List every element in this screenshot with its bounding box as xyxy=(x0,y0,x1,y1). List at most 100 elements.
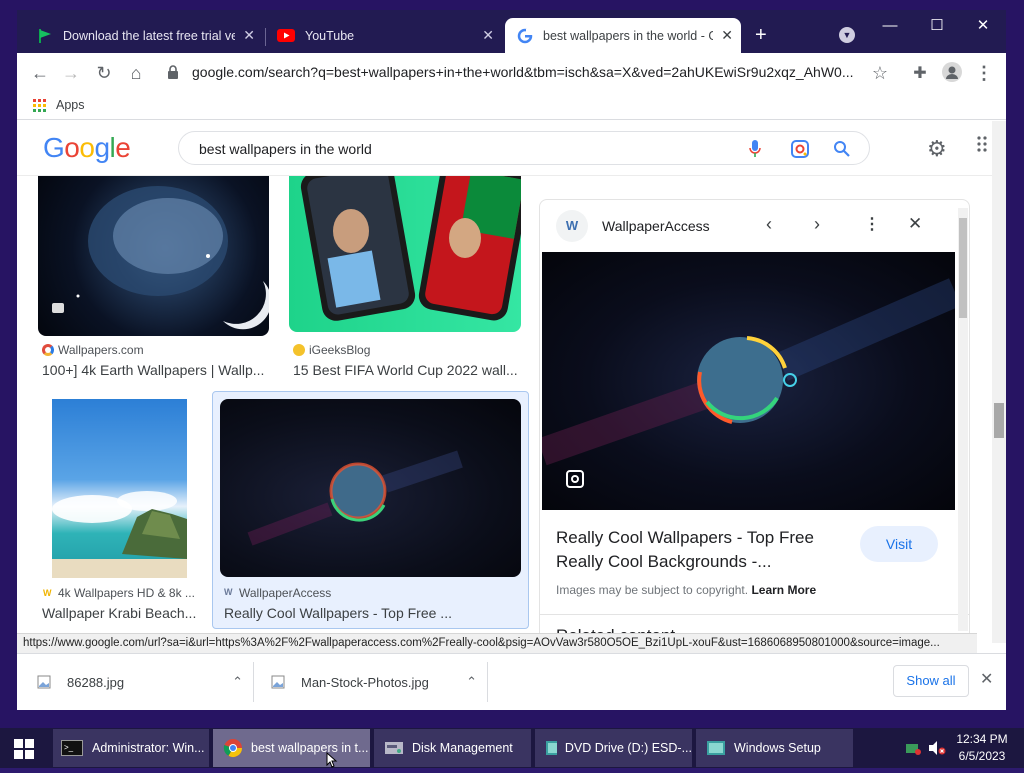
system-clock[interactable]: 12:34 PM 6/5/2023 xyxy=(950,731,1014,765)
address-bar[interactable]: google.com/search?q=best+wallpapers+in+t… xyxy=(192,64,862,80)
home-icon[interactable]: ⌂ xyxy=(123,60,149,86)
result-image-beach[interactable] xyxy=(52,399,187,578)
clock-time: 12:34 PM xyxy=(956,732,1008,746)
tab-youtube[interactable]: YouTube ✕ xyxy=(267,18,502,53)
panel-title[interactable]: Really Cool Wallpapers - Top Free Really… xyxy=(556,526,846,574)
lens-search-icon[interactable] xyxy=(566,470,584,488)
tab-download[interactable]: Download the latest free trial ver ✕ xyxy=(25,18,263,53)
disk-management-icon xyxy=(385,742,403,754)
result-image-earth[interactable] xyxy=(38,176,269,336)
download-item[interactable]: 86288.jpg ⌃ xyxy=(37,666,255,698)
site-logo[interactable]: W xyxy=(556,210,588,242)
result-source[interactable]: WallpaperAccess xyxy=(239,586,331,600)
source-favicon-icon: W xyxy=(224,587,233,597)
tab-title: YouTube xyxy=(305,28,355,43)
learn-more-link[interactable]: Learn More xyxy=(751,583,816,597)
download-shelf: 86288.jpg ⌃ Man-Stock-Photos.jpg ⌃ Show … xyxy=(17,653,1006,710)
close-panel-icon[interactable]: ✕ xyxy=(908,214,922,234)
close-tab-icon[interactable]: ✕ xyxy=(721,27,733,44)
result-caption[interactable]: Wallpaper Krabi Beach... xyxy=(42,605,196,621)
volume-muted-icon[interactable] xyxy=(928,740,946,761)
lens-icon[interactable] xyxy=(790,139,810,159)
clock-date: 6/5/2023 xyxy=(958,749,1006,763)
close-window-button[interactable]: ✕ xyxy=(960,10,1006,40)
terminal-icon: >_ xyxy=(61,740,83,756)
panel-scrollbar[interactable] xyxy=(958,208,968,631)
toolbar: ← → ↻ ⌂ google.com/search?q=best+wallpap… xyxy=(17,53,1006,91)
download-filename: 86288.jpg xyxy=(67,674,125,690)
lock-icon[interactable] xyxy=(167,65,179,79)
chrome-window: Download the latest free trial ver ✕ You… xyxy=(17,10,1006,710)
start-windows-icon[interactable] xyxy=(14,739,34,764)
search-box[interactable]: best wallpapers in the world xyxy=(178,131,870,165)
new-tab-button[interactable]: + xyxy=(755,24,767,47)
google-header: Google best wallpapers in the world ⚙ xyxy=(17,121,992,176)
minimize-button[interactable]: — xyxy=(867,10,913,40)
result-source[interactable]: 4k Wallpapers HD & 8k ... xyxy=(58,586,196,600)
visit-button[interactable]: Visit xyxy=(860,526,938,562)
mic-icon[interactable] xyxy=(749,140,761,158)
mouse-cursor-icon xyxy=(326,751,338,773)
extensions-icon[interactable]: ✚ xyxy=(907,60,933,86)
close-shelf-icon[interactable]: ✕ xyxy=(980,669,993,689)
page-scrollbar[interactable] xyxy=(992,121,1006,643)
menu-icon[interactable]: ⋮ xyxy=(971,60,997,86)
tab-title: Download the latest free trial ver xyxy=(63,28,235,43)
taskbar-item-disk-management[interactable]: Disk Management xyxy=(374,729,531,767)
settings-gear-icon[interactable]: ⚙ xyxy=(927,136,947,162)
tab-strip: Download the latest free trial ver ✕ You… xyxy=(17,10,1006,53)
apps-icon[interactable] xyxy=(33,99,46,117)
download-item[interactable]: Man-Stock-Photos.jpg ⌃ xyxy=(271,666,489,698)
google-logo[interactable]: Google xyxy=(43,132,131,164)
forward-icon[interactable]: → xyxy=(58,60,84,86)
google-g-icon xyxy=(517,28,533,43)
reload-icon[interactable]: ↻ xyxy=(91,60,117,86)
result-caption[interactable]: 15 Best FIFA World Cup 2022 wall... xyxy=(293,362,521,378)
close-tab-icon[interactable]: ✕ xyxy=(243,27,255,44)
flag-icon xyxy=(39,28,51,43)
tab-search-icon[interactable]: ▼ xyxy=(839,27,855,43)
prev-icon[interactable]: ‹ xyxy=(766,214,772,235)
source-favicon-icon xyxy=(42,344,54,356)
result-caption[interactable]: 100+] 4k Earth Wallpapers | Wallp... xyxy=(42,362,267,378)
bookmark-star-icon[interactable]: ☆ xyxy=(867,60,893,86)
taskbar-item-chrome[interactable]: best wallpapers in t... xyxy=(213,729,370,767)
download-filename: Man-Stock-Photos.jpg xyxy=(301,674,429,690)
profile-icon[interactable] xyxy=(942,62,962,82)
source-favicon-icon: W xyxy=(43,588,52,598)
more-options-icon[interactable]: ⋮ xyxy=(864,214,880,234)
image-badge-icon xyxy=(52,303,64,313)
windows-setup-icon xyxy=(707,741,725,755)
search-icon[interactable] xyxy=(833,140,851,158)
result-image-rainbow-earth[interactable] xyxy=(220,399,521,577)
search-input[interactable]: best wallpapers in the world xyxy=(199,141,372,157)
back-icon[interactable]: ← xyxy=(27,60,53,86)
tab-title: best wallpapers in the world - Go xyxy=(543,28,713,43)
source-favicon-icon xyxy=(293,344,305,356)
next-icon[interactable]: › xyxy=(814,214,820,235)
scrollbar-thumb[interactable] xyxy=(994,403,1004,438)
apps-label[interactable]: Apps xyxy=(56,98,85,112)
google-apps-icon[interactable] xyxy=(977,136,989,159)
result-source[interactable]: iGeeksBlog xyxy=(309,343,370,357)
taskbar-item-windows-setup[interactable]: Windows Setup xyxy=(696,729,853,767)
result-caption[interactable]: Really Cool Wallpapers - Top Free ... xyxy=(224,605,484,621)
panel-site-name[interactable]: WallpaperAccess xyxy=(602,218,710,234)
show-all-button[interactable]: Show all xyxy=(893,665,969,697)
tab-google-images[interactable]: best wallpapers in the world - Go ✕ xyxy=(505,18,741,53)
page-content: Google best wallpapers in the world ⚙ Wa… xyxy=(17,121,992,643)
network-icon[interactable] xyxy=(904,740,922,761)
chevron-up-icon[interactable]: ⌃ xyxy=(466,674,477,690)
taskbar-item-cmd[interactable]: >_ Administrator: Win... xyxy=(53,729,209,767)
image-file-icon xyxy=(271,675,285,689)
bookmarks-bar: Apps xyxy=(17,91,1006,120)
maximize-button[interactable]: ☐ xyxy=(914,10,960,40)
close-tab-icon[interactable]: ✕ xyxy=(482,27,494,44)
result-source[interactable]: Wallpapers.com xyxy=(58,343,144,357)
panel-preview-image[interactable] xyxy=(540,252,961,510)
chevron-up-icon[interactable]: ⌃ xyxy=(232,674,243,690)
taskbar-item-dvd-drive[interactable]: DVD Drive (D:) ESD-... xyxy=(535,729,692,767)
image-preview-panel: W WallpaperAccess ‹ › ⋮ ✕ Really Cool Wa… xyxy=(539,199,970,643)
copyright-note: Images may be subject to copyright. Lear… xyxy=(556,583,817,597)
result-image-fifa[interactable] xyxy=(289,176,521,332)
